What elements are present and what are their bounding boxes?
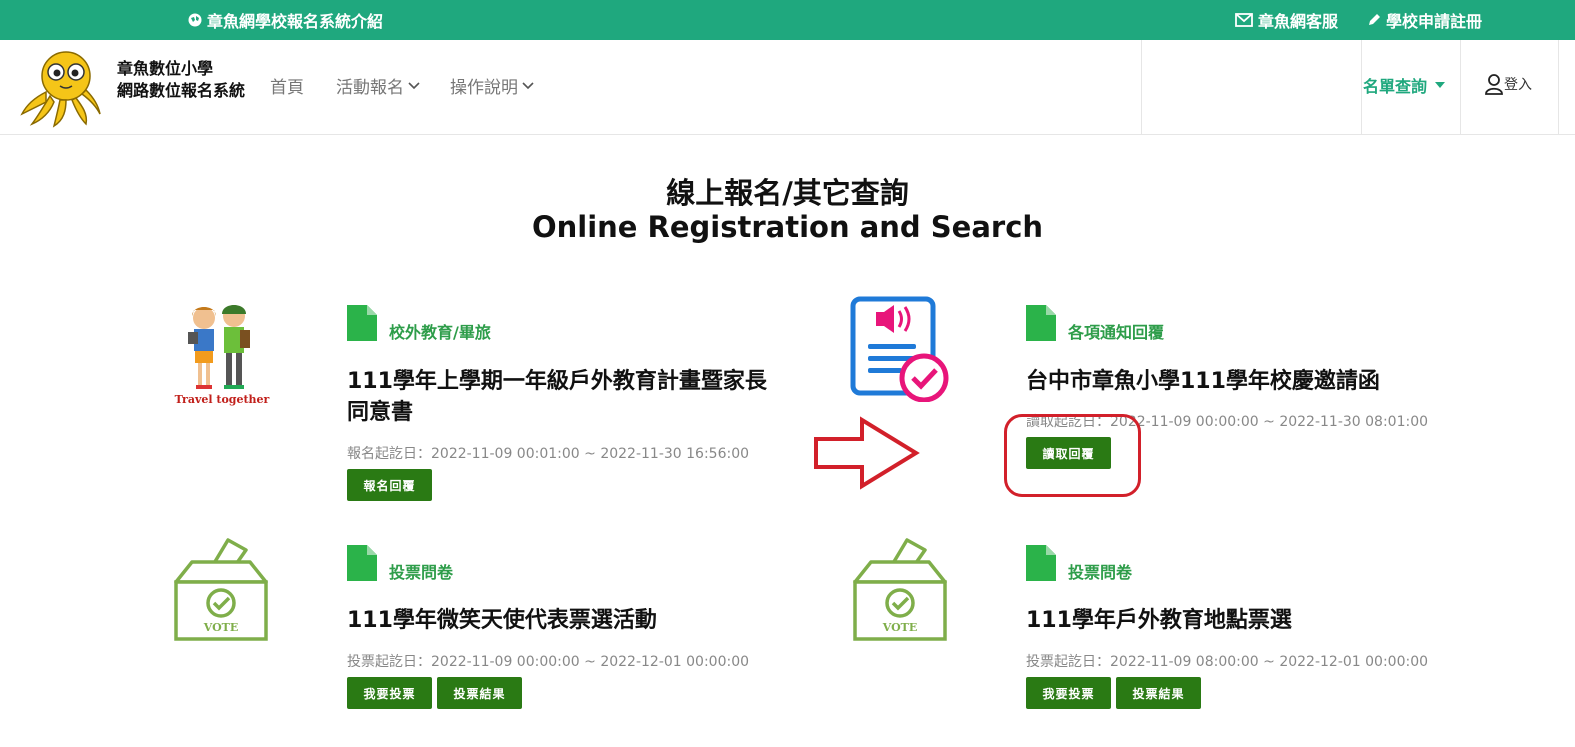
card-category[interactable]: 各項通知回覆 xyxy=(1068,319,1164,343)
nav-divider xyxy=(1558,40,1559,135)
page-title: 線上報名/其它查詢 xyxy=(666,176,909,210)
navbar: 章魚數位小學 網路數位報名系統 首頁 活動報名 操作說明 名單查詢 登入 xyxy=(0,40,1575,135)
chevron-down-icon xyxy=(522,81,534,89)
travel-together-image: Travel together xyxy=(175,305,270,406)
system-intro-label: 章魚網學校報名系統介紹 xyxy=(207,12,384,31)
vote-box-text: VOTE xyxy=(203,621,239,634)
customer-service-label: 章魚網客服 xyxy=(1258,12,1339,31)
travel-together-text: Travel together xyxy=(175,393,270,406)
vote-button[interactable]: 我要投票 xyxy=(347,677,432,709)
card-title-line: 111學年上學期一年級戶外教育計畫暨家長 xyxy=(347,369,767,394)
vote-results-button[interactable]: 投票結果 xyxy=(437,677,522,709)
red-arrow-annotation xyxy=(814,416,920,490)
vote-results-button[interactable]: 投票結果 xyxy=(1116,677,1201,709)
card-date-range: 報名起訖日：2022-11-09 00:01:00 ~ 2022-11-30 1… xyxy=(347,446,750,462)
envelope-icon xyxy=(1235,13,1253,27)
page-subtitle: Online Registration and Search xyxy=(531,210,1044,244)
nav-home-label: 首頁 xyxy=(270,78,304,98)
chevron-down-icon xyxy=(408,81,420,89)
document-icon xyxy=(1026,305,1056,341)
nav-divider xyxy=(1361,40,1362,135)
brand-name[interactable]: 章魚數位小學 網路數位報名系統 xyxy=(117,58,245,102)
school-register-link[interactable]: 學校申請註冊 xyxy=(1367,0,1482,40)
card-category[interactable]: 投票問卷 xyxy=(1068,559,1132,583)
customer-service-link[interactable]: 章魚網客服 xyxy=(1235,0,1338,40)
roster-query-label: 名單查詢 xyxy=(1363,77,1428,96)
nav-divider xyxy=(1460,40,1461,135)
user-icon xyxy=(1485,74,1503,95)
card-title[interactable]: 台中市章魚小學111學年校慶邀請函 xyxy=(1026,366,1486,397)
vote-box-text: VOTE xyxy=(882,621,918,634)
school-register-label: 學校申請註冊 xyxy=(1386,12,1483,31)
card-title-line: 台中市章魚小學111學年校慶邀請函 xyxy=(1026,369,1380,394)
red-highlight-annotation xyxy=(1004,414,1141,497)
card-category[interactable]: 校外教育/畢旅 xyxy=(389,319,491,343)
card-title-line: 同意書 xyxy=(347,400,414,425)
card-title[interactable]: 111學年上學期一年級戶外教育計畫暨家長 同意書 xyxy=(347,366,817,428)
nav-divider xyxy=(1141,40,1142,135)
nav-activities[interactable]: 活動報名 xyxy=(336,73,420,98)
octopus-logo-icon[interactable] xyxy=(20,48,104,128)
system-intro-link[interactable]: 章魚網學校報名系統介紹 xyxy=(188,0,383,40)
card-category[interactable]: 投票問卷 xyxy=(389,559,453,583)
nav-home[interactable]: 首頁 xyxy=(270,73,304,98)
vote-box-icon: VOTE xyxy=(174,538,268,641)
brand-line-2: 網路數位報名系統 xyxy=(117,81,246,100)
top-bar: 章魚網學校報名系統介紹 章魚網客服 學校申請註冊 xyxy=(0,0,1575,40)
card-title-line: 111學年戶外教育地點票選 xyxy=(1026,608,1292,633)
registration-reply-button[interactable]: 報名回覆 xyxy=(347,469,432,501)
nav-instructions-label: 操作說明 xyxy=(450,78,518,98)
nav-instructions[interactable]: 操作說明 xyxy=(450,73,534,98)
login-link[interactable]: 登入 xyxy=(1484,73,1532,95)
roster-query-dropdown[interactable]: 名單查詢 xyxy=(1363,73,1446,97)
login-label: 登入 xyxy=(1504,77,1532,93)
audio-notice-document-icon xyxy=(850,296,949,402)
card-date-range: 投票起訖日：2022-11-09 00:00:00 ~ 2022-12-01 0… xyxy=(347,654,750,670)
caret-down-icon xyxy=(1435,82,1446,88)
nav-activities-label: 活動報名 xyxy=(336,78,404,98)
card-title-line: 111學年微笑天使代表票選活動 xyxy=(347,608,657,633)
pencil-icon xyxy=(1369,14,1380,25)
document-icon xyxy=(347,305,377,341)
globe-icon xyxy=(188,13,202,27)
card-date-range: 投票起訖日：2022-11-09 08:00:00 ~ 2022-12-01 0… xyxy=(1026,654,1429,670)
card-title[interactable]: 111學年戶外教育地點票選 xyxy=(1026,605,1486,636)
vote-button[interactable]: 我要投票 xyxy=(1026,677,1111,709)
brand-line-1: 章魚數位小學 xyxy=(117,59,214,78)
document-icon xyxy=(1026,545,1056,581)
document-icon xyxy=(347,545,377,581)
card-title[interactable]: 111學年微笑天使代表票選活動 xyxy=(347,605,807,636)
vote-box-icon: VOTE xyxy=(853,538,947,641)
